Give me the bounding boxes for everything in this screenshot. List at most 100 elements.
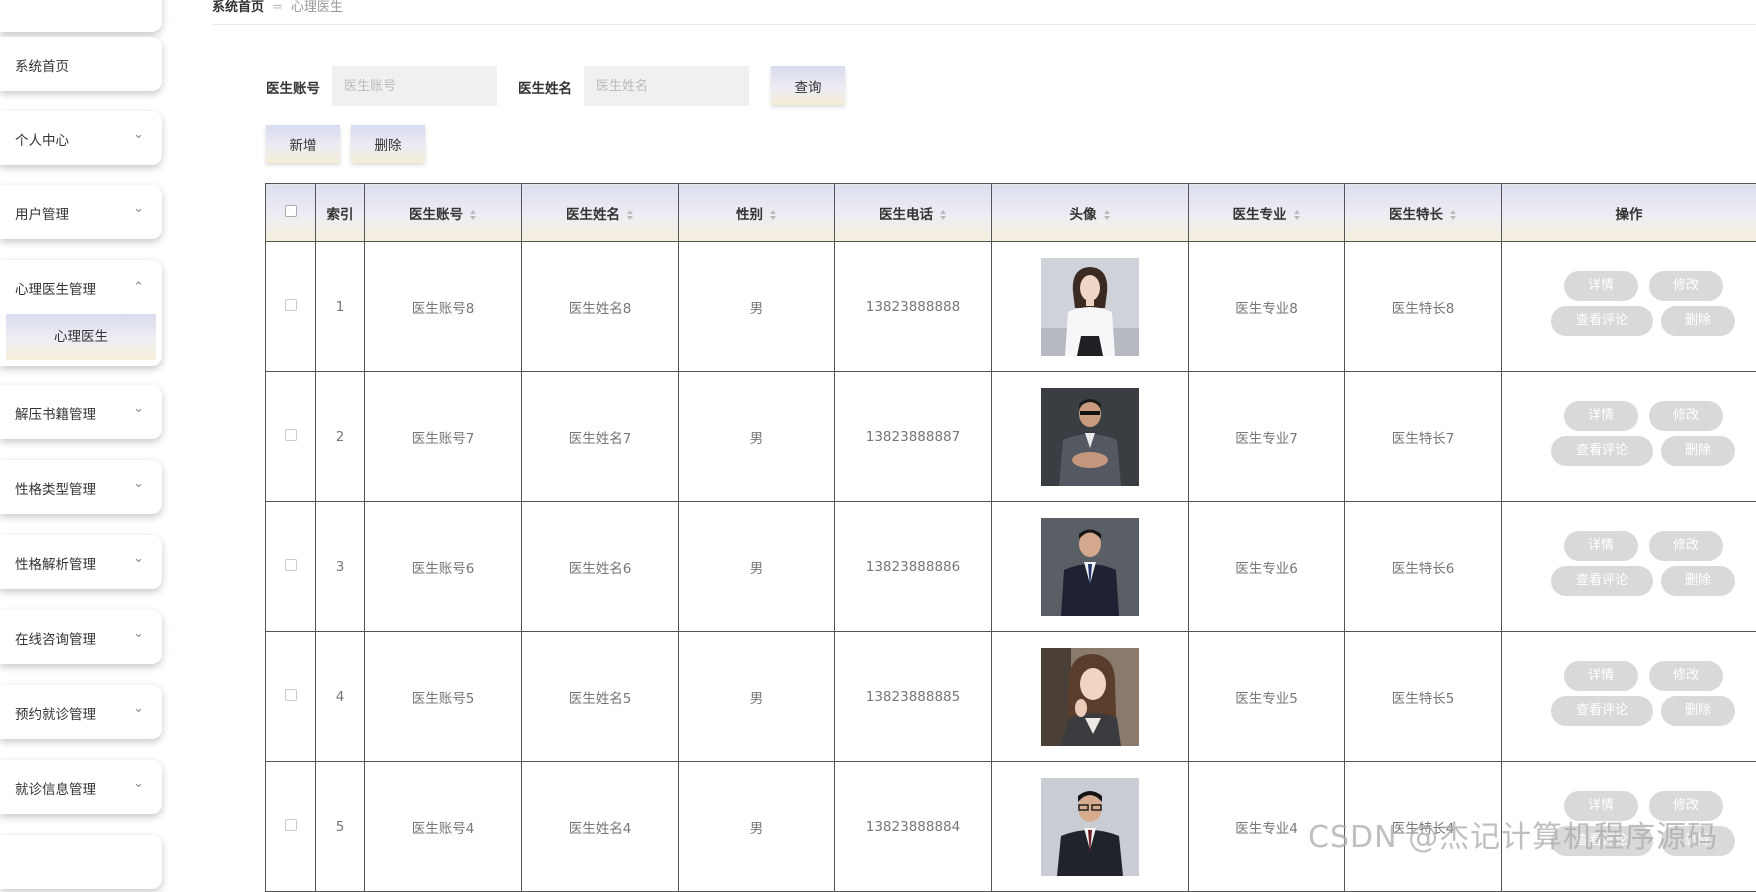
- edit-button[interactable]: 修改: [1649, 661, 1723, 691]
- sort-icon[interactable]: [1103, 209, 1111, 221]
- row-select-cell: [266, 372, 316, 502]
- delete-button[interactable]: 删除: [1661, 696, 1735, 726]
- sidebar-item-doctor-management[interactable]: 心理医生管理 ⌃ 心理医生: [0, 260, 162, 366]
- row-checkbox[interactable]: [285, 559, 297, 571]
- index-cell: 4: [316, 632, 365, 762]
- header-label: 操作: [1616, 207, 1643, 223]
- name-search-input[interactable]: [584, 66, 749, 106]
- avatar-image: [1041, 778, 1139, 876]
- header-index: 索引: [316, 184, 365, 242]
- detail-button[interactable]: 详情: [1564, 271, 1638, 301]
- sort-icon[interactable]: [769, 209, 777, 221]
- row-checkbox[interactable]: [285, 819, 297, 831]
- header-gender[interactable]: 性别: [679, 184, 835, 242]
- header-label: 医生专业: [1233, 207, 1287, 223]
- delete-button[interactable]: 删除: [1661, 566, 1735, 596]
- table-header-row: 索引 医生账号 医生姓名 性别 医生电话 头像 医生专业 医生特长 操作: [266, 184, 1756, 242]
- sort-icon[interactable]: [626, 209, 634, 221]
- detail-button[interactable]: 详情: [1564, 791, 1638, 821]
- delete-button[interactable]: 删除: [1661, 826, 1735, 856]
- breadcrumb-separator: =: [272, 0, 283, 15]
- sidebar-item-home[interactable]: 系统首页: [0, 37, 162, 91]
- sidebar-item-personal-center[interactable]: 个人中心 ⌄: [0, 111, 162, 165]
- detail-button[interactable]: 详情: [1564, 661, 1638, 691]
- avatar-cell: [992, 762, 1189, 892]
- sidebar-item-appointment[interactable]: 预约就诊管理 ⌄: [0, 685, 162, 739]
- row-checkbox[interactable]: [285, 429, 297, 441]
- batch-delete-button[interactable]: 删除: [351, 125, 425, 163]
- sidebar-item-label: 性格解析管理: [15, 553, 96, 573]
- view-comments-button[interactable]: 查看评论: [1551, 566, 1653, 596]
- query-button[interactable]: 查询: [771, 66, 845, 105]
- account-search-label: 医生账号: [266, 77, 320, 97]
- row-checkbox[interactable]: [285, 689, 297, 701]
- header-account[interactable]: 医生账号: [365, 184, 522, 242]
- edit-button[interactable]: 修改: [1649, 791, 1723, 821]
- sidebar-item-online-consult[interactable]: 在线咨询管理 ⌄: [0, 610, 162, 664]
- edit-button[interactable]: 修改: [1649, 271, 1723, 301]
- sidebar-subitem-doctor[interactable]: 心理医生: [6, 314, 156, 360]
- header-select-all[interactable]: [266, 184, 316, 242]
- sidebar-item-label: 系统首页: [15, 55, 69, 75]
- phone-cell: 13823888885: [835, 632, 992, 762]
- detail-button[interactable]: 详情: [1564, 401, 1638, 431]
- breadcrumb-current: 心理医生: [291, 0, 343, 15]
- sidebar-item-personality-type[interactable]: 性格类型管理 ⌄: [0, 460, 162, 514]
- name-search-label: 医生姓名: [518, 77, 572, 97]
- sort-icon[interactable]: [939, 209, 947, 221]
- header-name[interactable]: 医生姓名: [522, 184, 679, 242]
- gender-cell: 男: [679, 632, 835, 762]
- name-cell: 医生姓名8: [522, 242, 679, 372]
- avatar-cell: [992, 632, 1189, 762]
- header-specialty[interactable]: 医生特长: [1345, 184, 1502, 242]
- header-label: 医生特长: [1389, 207, 1443, 223]
- chevron-down-icon: ⌄: [133, 701, 144, 716]
- detail-button[interactable]: 详情: [1564, 531, 1638, 561]
- view-comments-button[interactable]: 查看评论: [1551, 826, 1653, 856]
- sidebar-item-label: 解压书籍管理: [15, 403, 96, 423]
- doctor-table: 索引 医生账号 医生姓名 性别 医生电话 头像 医生专业 医生特长 操作 1 医…: [265, 183, 1756, 892]
- sidebar-item-visit-info[interactable]: 就诊信息管理 ⌄: [0, 760, 162, 814]
- delete-button[interactable]: 删除: [1661, 436, 1735, 466]
- view-comments-button[interactable]: 查看评论: [1551, 436, 1653, 466]
- chevron-down-icon: ⌄: [133, 476, 144, 491]
- sort-icon[interactable]: [1293, 209, 1301, 221]
- name-cell: 医生姓名6: [522, 502, 679, 632]
- specialty-cell: 医生特长5: [1345, 632, 1502, 762]
- sidebar-item-label: 预约就诊管理: [15, 703, 96, 723]
- view-comments-button[interactable]: 查看评论: [1551, 306, 1653, 336]
- view-comments-button[interactable]: 查看评论: [1551, 696, 1653, 726]
- table-row: 3 医生账号6 医生姓名6 男 13823888886 医生专业6: [266, 502, 1756, 632]
- add-button[interactable]: 新增: [266, 125, 340, 163]
- sort-icon[interactable]: [1449, 209, 1457, 221]
- avatar-cell: [992, 502, 1189, 632]
- account-search-input[interactable]: [332, 66, 497, 106]
- edit-button[interactable]: 修改: [1649, 531, 1723, 561]
- header-phone[interactable]: 医生电话: [835, 184, 992, 242]
- sidebar-item-top-partial[interactable]: [0, 0, 162, 32]
- sidebar-item-partial-bottom[interactable]: [0, 835, 162, 889]
- select-all-checkbox[interactable]: [285, 205, 297, 217]
- header-major[interactable]: 医生专业: [1189, 184, 1345, 242]
- sidebar-item-books-management[interactable]: 解压书籍管理 ⌄: [0, 385, 162, 439]
- delete-button[interactable]: 删除: [1661, 306, 1735, 336]
- header-label: 医生账号: [409, 207, 463, 223]
- account-cell: 医生账号4: [365, 762, 522, 892]
- table-row: 2 医生账号7 医生姓名7 男 13823888887 医: [266, 372, 1756, 502]
- breadcrumb-home[interactable]: 系统首页: [212, 0, 264, 15]
- avatar-image: [1041, 518, 1139, 616]
- major-cell: 医生专业5: [1189, 632, 1345, 762]
- header-avatar[interactable]: 头像: [992, 184, 1189, 242]
- row-select-cell: [266, 762, 316, 892]
- specialty-cell: 医生特长8: [1345, 242, 1502, 372]
- row-checkbox[interactable]: [285, 299, 297, 311]
- gender-cell: 男: [679, 372, 835, 502]
- sidebar-item-user-management[interactable]: 用户管理 ⌄: [0, 185, 162, 239]
- phone-cell: 13823888887: [835, 372, 992, 502]
- major-cell: 医生专业7: [1189, 372, 1345, 502]
- index-cell: 2: [316, 372, 365, 502]
- chevron-down-icon: ⌄: [133, 401, 144, 416]
- edit-button[interactable]: 修改: [1649, 401, 1723, 431]
- sort-icon[interactable]: [469, 209, 477, 221]
- sidebar-item-personality-analysis[interactable]: 性格解析管理 ⌄: [0, 535, 162, 589]
